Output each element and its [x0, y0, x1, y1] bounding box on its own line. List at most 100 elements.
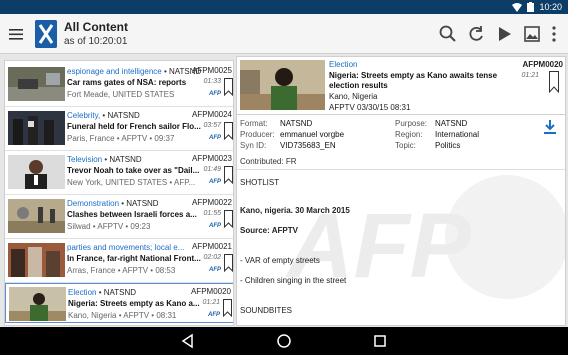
- item-id: AFPM0024: [191, 110, 232, 119]
- item-duration: 03:57: [203, 122, 221, 129]
- dateline: Kano, nigeria. 30 March 2015: [240, 206, 350, 215]
- navigation-bar: [0, 327, 568, 355]
- item-time: 09:23: [130, 222, 151, 231]
- bookmark-icon[interactable]: [224, 122, 233, 140]
- divider: [237, 169, 565, 170]
- item-headline: Nigeria: Streets empty as Kano a...: [68, 299, 200, 308]
- item-id: AFPM0021: [191, 242, 232, 251]
- recents-icon[interactable]: [372, 333, 388, 349]
- detail-agency-date: AFPTV 03/30/15 08:31: [329, 103, 411, 112]
- detail-location: Kano, Nigeria: [329, 92, 378, 101]
- afp-watermark-logo: AFP: [285, 175, 565, 299]
- download-icon[interactable]: [543, 119, 557, 135]
- item-location: Fort Meade, UNITED STATES: [67, 90, 175, 99]
- purpose-value: NATSND: [435, 119, 468, 128]
- detail-category: Election: [329, 60, 358, 69]
- item-agency: AFPTV: [122, 266, 149, 275]
- item-duration: 01:55: [203, 210, 221, 217]
- list-item[interactable]: Demonstration • NATSND AFPM0022 Clashes …: [5, 195, 233, 237]
- item-agency: AFPTV: [121, 134, 148, 143]
- item-time: 09:37: [154, 134, 175, 143]
- list-item[interactable]: Celebrity, • NATSND AFPM0024 Funeral hel…: [5, 107, 233, 149]
- format-label: Format:: [240, 119, 268, 128]
- source-line: Source: AFPTV: [240, 226, 298, 235]
- item-location: Arras, France: [67, 266, 116, 275]
- afp-badge: AFP: [209, 91, 221, 97]
- item-time: 08:53: [155, 266, 176, 275]
- item-duration: 01:21: [202, 299, 220, 306]
- page-title: All Content: [64, 20, 128, 34]
- item-headline: Car rams gates of NSA: reports: [67, 78, 187, 87]
- video-thumbnail: [8, 199, 65, 233]
- list-item[interactable]: parties and movements; local e... AFPM00…: [5, 239, 233, 281]
- battery-icon: [527, 2, 535, 12]
- item-category: Celebrity,: [67, 111, 101, 120]
- item-headline: Clashes between Israeli forces a...: [67, 210, 197, 219]
- item-id: AFPM0023: [191, 154, 232, 163]
- item-headline: Funeral held for French sailor Flo...: [67, 122, 201, 131]
- detail-duration: 01:21: [521, 72, 539, 79]
- bookmark-icon[interactable]: [224, 210, 233, 228]
- item-category: Demonstration: [67, 199, 120, 208]
- topic-value: Politics: [435, 141, 461, 150]
- item-id: AFPM0020: [190, 287, 231, 296]
- afp-badge: AFP: [209, 179, 221, 185]
- producer-value: emmanuel vorgbe: [280, 130, 345, 139]
- detail-panel: AFP Election AFPM0020 Nigeria: Streets e…: [236, 56, 566, 326]
- list-item[interactable]: espionage and intelligence • NATSND AFPM…: [5, 63, 233, 105]
- body-line: - Children singing in the street: [240, 276, 347, 285]
- app-bar: All Content as of 10:20:01: [0, 14, 568, 54]
- afp-badge: AFP: [209, 135, 221, 141]
- video-thumbnail[interactable]: [240, 60, 325, 110]
- contributed-label: Contributed:: [240, 157, 284, 166]
- search-icon[interactable]: [438, 24, 458, 44]
- item-source: NATSND: [107, 111, 140, 120]
- synid-value: VID735683_EN: [280, 141, 336, 150]
- item-agency: AFPTV: [97, 222, 124, 231]
- item-time: 08:31: [156, 311, 177, 320]
- afp-badge: AFP: [208, 312, 220, 318]
- image-icon[interactable]: [522, 24, 542, 44]
- refresh-icon[interactable]: [466, 24, 486, 44]
- hamburger-menu-icon[interactable]: [8, 25, 24, 43]
- overflow-menu-icon[interactable]: [544, 24, 564, 44]
- purpose-label: Purpose:: [395, 119, 428, 128]
- home-icon[interactable]: [276, 333, 292, 349]
- item-location: Paris, France: [67, 134, 115, 143]
- bookmark-icon[interactable]: [224, 254, 233, 272]
- afp-badge: AFP: [209, 223, 221, 229]
- contributed-value: FR: [285, 157, 297, 166]
- item-location: New York, UNITED STATES: [67, 178, 168, 187]
- item-headline: Trevor Noah to take over as "Dail...: [67, 166, 200, 175]
- item-category: Election: [68, 288, 97, 297]
- shotlist-heading: SHOTLIST: [240, 178, 280, 187]
- afp-badge: AFP: [209, 267, 221, 273]
- bookmark-icon[interactable]: [224, 78, 233, 96]
- play-icon[interactable]: [494, 24, 514, 44]
- list-item-selected[interactable]: Election • NATSND AFPM0020 Nigeria: Stre…: [5, 283, 233, 323]
- item-agency: AFP...: [173, 178, 196, 187]
- bookmark-icon[interactable]: [223, 299, 232, 317]
- video-thumbnail: [8, 155, 65, 189]
- content-list: espionage and intelligence • NATSND AFPM…: [4, 60, 234, 326]
- status-bar: 10:20: [0, 0, 568, 14]
- list-item[interactable]: Television • NATSND AFPM0023 Trevor Noah…: [5, 151, 233, 193]
- item-agency: AFPTV: [123, 311, 150, 320]
- status-clock: 10:20: [539, 2, 562, 12]
- video-thumbnail: [8, 67, 65, 101]
- item-source: NATSND: [126, 199, 159, 208]
- video-thumbnail: [8, 111, 65, 145]
- wifi-icon: [512, 2, 523, 12]
- item-category: Television: [67, 155, 103, 164]
- item-source: NATSND: [103, 288, 137, 297]
- region-label: Region:: [395, 130, 423, 139]
- app-logo: [35, 20, 57, 48]
- item-category: parties and movements; local e...: [67, 243, 185, 252]
- bookmark-icon[interactable]: [549, 71, 559, 93]
- back-icon[interactable]: [180, 333, 196, 349]
- item-category: espionage and intelligence: [67, 67, 162, 76]
- topic-label: Topic:: [395, 141, 416, 150]
- bookmark-icon[interactable]: [224, 166, 233, 184]
- item-headline: In France, far-right National Front...: [67, 254, 201, 263]
- region-value: International: [435, 130, 480, 139]
